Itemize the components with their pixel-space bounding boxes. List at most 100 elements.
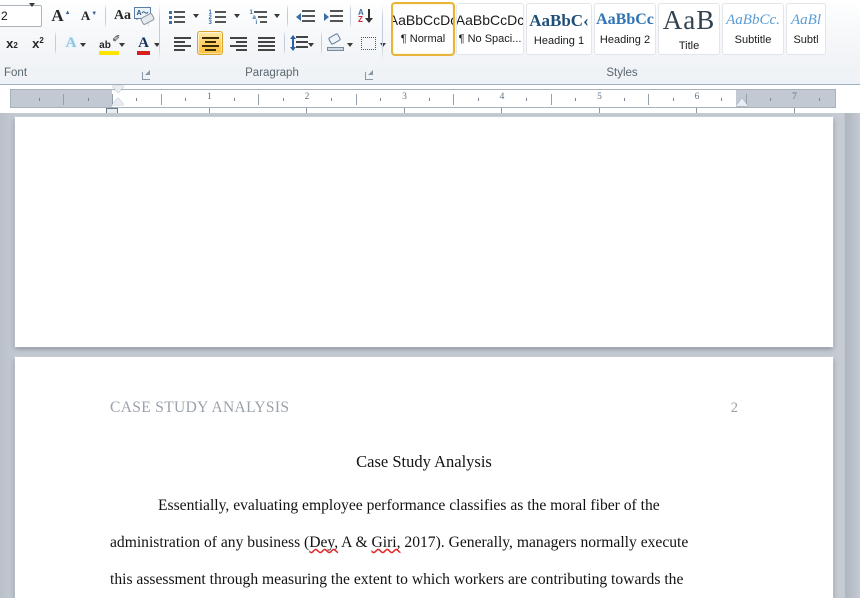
ruler-tick xyxy=(380,98,382,101)
text-effects-button[interactable]: A xyxy=(60,31,92,55)
justify-button[interactable] xyxy=(253,31,279,55)
style-preview: AaBbCc. xyxy=(726,11,780,28)
ruler-tick xyxy=(355,94,357,105)
hanging-indent-marker[interactable] xyxy=(112,98,124,105)
clear-formatting-icon: A～ xyxy=(134,7,156,27)
align-left-button[interactable] xyxy=(169,31,195,55)
font-dialog-launcher[interactable] xyxy=(140,69,152,81)
ruler-tick xyxy=(160,94,162,105)
numbering-dropdown-icon[interactable] xyxy=(231,8,243,24)
text-segment: administration of any business ( xyxy=(110,534,310,551)
numbering-button[interactable]: 1 2 3 xyxy=(205,4,229,28)
ruler-number: 6 xyxy=(694,92,700,102)
paragraph-group-label: Paragraph xyxy=(245,67,299,79)
align-right-button[interactable] xyxy=(225,31,251,55)
subscript-icon: x xyxy=(6,35,14,51)
style-preview: AaBl xyxy=(791,11,821,28)
document-canvas[interactable]: CASE STUDY ANALYSIS 2 Case Study Analysi… xyxy=(0,113,860,598)
style-item-subtitle[interactable]: AaBbCc. Subtitle xyxy=(722,3,784,55)
style-preview: AaBbCcDc xyxy=(392,12,454,28)
multilevel-list-button[interactable]: 1 a i xyxy=(246,4,270,28)
ruler-tick xyxy=(258,94,260,105)
styles-gallery[interactable]: AaBbCcDc ¶ Normal AaBbCcDc ¶ No Spaci... AaB… xyxy=(384,0,860,62)
style-label: ¶ Normal xyxy=(400,33,446,45)
font-color-icon: A xyxy=(137,35,151,55)
font-group-label: Font xyxy=(4,67,28,79)
ruler-tick xyxy=(575,98,577,101)
ruler-tick xyxy=(453,94,455,105)
text-effects-icon: A xyxy=(65,34,77,51)
text-highlight-color-icon: ab ✐ xyxy=(99,34,121,55)
ruler-left-margin-area xyxy=(11,90,112,107)
font-size-dropdown-icon[interactable] xyxy=(29,3,35,25)
bullets-icon xyxy=(169,10,185,24)
styles-group-label: Styles xyxy=(606,67,638,79)
paragraph-line-1: Essentially, evaluating employee perform… xyxy=(158,497,660,514)
style-item-no-spaci[interactable]: AaBbCcDc ¶ No Spaci... xyxy=(456,3,524,55)
style-label: ¶ No Spaci... xyxy=(458,33,522,45)
style-item-subtl[interactable]: AaBl Subtl xyxy=(786,3,826,55)
style-item-title[interactable]: AaB Title xyxy=(658,3,720,55)
ruler-tick xyxy=(648,94,650,105)
style-label: Heading 2 xyxy=(599,34,651,46)
superscript-button[interactable]: x 2 xyxy=(26,31,50,55)
shrink-font-arrow-icon: ▼ xyxy=(91,10,98,17)
clear-formatting-button[interactable]: A～ xyxy=(129,4,161,30)
decrease-indent-button[interactable] xyxy=(292,4,318,28)
borders-icon xyxy=(360,36,376,50)
text-segment: 2017). Generally, managers normally exec… xyxy=(400,534,689,551)
style-preview: AaB xyxy=(662,4,716,35)
paragraph-line-3: this assessment through measuring the ex… xyxy=(110,571,684,588)
subscript-button[interactable]: x 2 xyxy=(0,31,24,55)
text-highlight-color-button[interactable]: ab ✐ xyxy=(94,31,130,55)
shading-button[interactable] xyxy=(325,31,355,55)
document-title: Case Study Analysis xyxy=(356,452,492,471)
ruler-tick xyxy=(721,98,723,101)
ruler-number: 2 xyxy=(304,92,310,102)
ruler-band: 1 2 3 4 5 6 7 xyxy=(0,85,860,115)
document-page-1[interactable] xyxy=(15,117,833,347)
page-header: CASE STUDY ANALYSIS 2 xyxy=(110,399,738,417)
style-preview: AaBbC‹ xyxy=(529,10,589,30)
ruler-tick xyxy=(550,94,552,105)
misspelled-word: Giri, xyxy=(371,534,401,551)
decrease-indent-icon xyxy=(295,9,315,23)
sort-button[interactable]: A Z xyxy=(354,4,380,28)
style-item-heading-2[interactable]: AaBbCc Heading 2 xyxy=(594,3,656,55)
ruler-tick xyxy=(233,98,235,101)
bullets-dropdown-icon[interactable] xyxy=(190,8,202,24)
ruler-tick xyxy=(428,98,430,101)
paragraph-dialog-launcher[interactable] xyxy=(363,69,375,81)
bullets-button[interactable] xyxy=(166,4,188,28)
shrink-font-icon: A xyxy=(80,8,91,23)
style-label: Subtitle xyxy=(734,33,772,46)
ruler-tick xyxy=(185,98,187,101)
style-preview: AaBbCcDc xyxy=(456,12,524,28)
style-item-heading-1[interactable]: AaBbC‹ Heading 1 xyxy=(526,3,592,55)
body-paragraph[interactable]: Essentially, evaluating employee perform… xyxy=(110,487,738,598)
ruler-number: 1 xyxy=(207,92,212,102)
style-item-normal[interactable]: AaBbCcDc ¶ Normal xyxy=(392,3,454,55)
paragraph-group-controls: 1 2 3 1 a i A Z xyxy=(161,0,399,62)
font-size-input[interactable]: 2 xyxy=(0,3,42,27)
multilevel-list-dropdown-icon[interactable] xyxy=(271,8,283,24)
horizontal-ruler[interactable]: 1 2 3 4 5 6 7 xyxy=(10,89,836,108)
shading-icon xyxy=(327,32,345,51)
shrink-font-button[interactable]: A ▼ xyxy=(76,4,102,28)
document-page-2[interactable]: CASE STUDY ANALYSIS 2 Case Study Analysi… xyxy=(15,357,833,598)
paragraph-line-2: administration of any business (Dey, A &… xyxy=(110,524,738,561)
grow-font-button[interactable]: A ▲ xyxy=(48,4,74,28)
align-left-icon xyxy=(173,36,191,51)
ruler-tick xyxy=(136,98,138,101)
increase-indent-button[interactable] xyxy=(320,4,346,28)
ruler-tick xyxy=(282,98,284,101)
right-canvas-edge xyxy=(845,113,860,598)
align-right-icon xyxy=(229,36,247,51)
first-line-indent-marker[interactable] xyxy=(112,86,124,93)
line-spacing-button[interactable] xyxy=(289,31,315,55)
ruler-number: 5 xyxy=(597,92,602,102)
align-center-button[interactable] xyxy=(197,31,223,55)
ruler-tick xyxy=(623,98,625,101)
ruler-tick xyxy=(331,98,333,101)
align-center-icon xyxy=(201,36,219,51)
